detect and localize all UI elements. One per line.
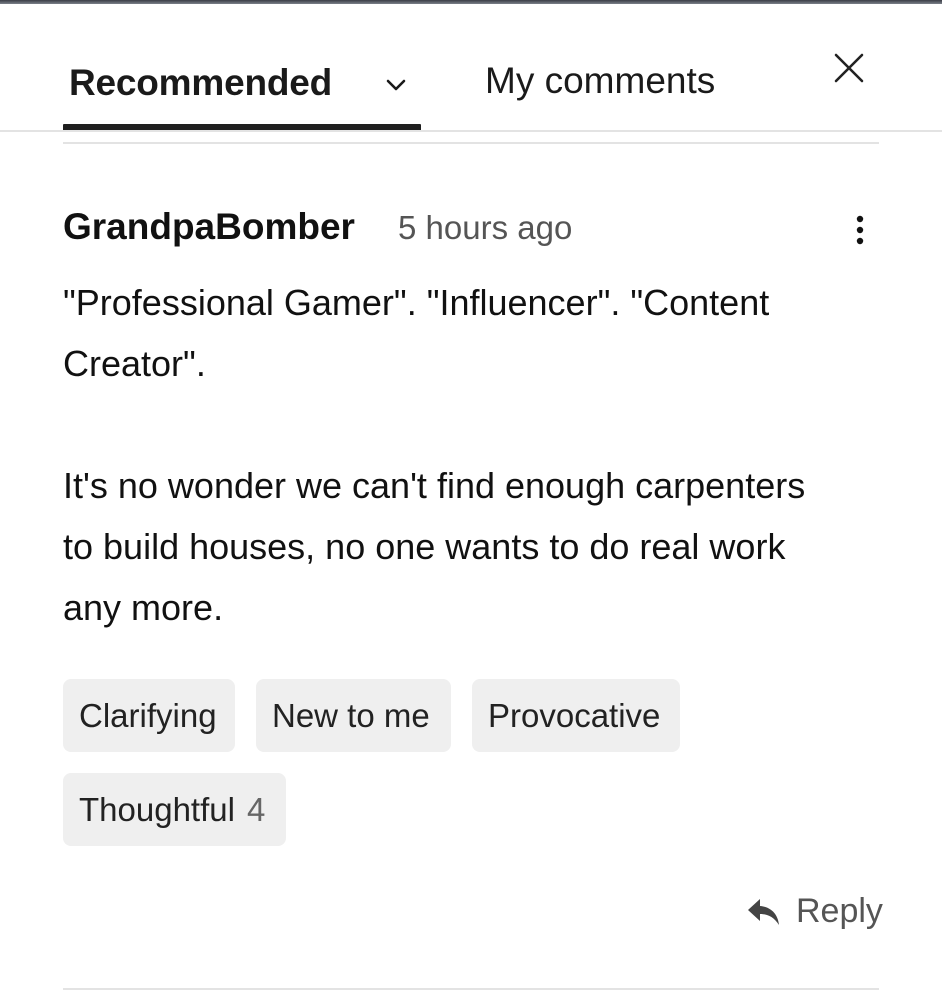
comment-paragraph: "Professional Gamer". "Influencer". "Con… <box>63 282 770 384</box>
reaction-thoughtful[interactable]: Thoughtful 4 <box>63 773 286 846</box>
tab-recommended-label: Recommended <box>69 62 333 103</box>
window-top-border <box>0 0 942 4</box>
comment-author[interactable]: GrandpaBomber <box>63 206 355 248</box>
comment-body: "Professional Gamer". "Influencer". "Con… <box>63 272 893 638</box>
comment-timestamp: 5 hours ago <box>398 209 573 246</box>
reaction-label: Clarifying <box>79 697 217 734</box>
tab-recommended[interactable]: Recommended <box>63 52 421 120</box>
comment-paragraph: It's no wonder we can't find enough carp… <box>63 465 806 628</box>
reaction-label: New to me <box>272 697 430 734</box>
reply-button[interactable]: Reply <box>746 892 886 938</box>
comment-bottom-divider <box>63 988 879 990</box>
tabs-divider <box>0 130 942 132</box>
reply-label: Reply <box>796 892 883 930</box>
more-vertical-icon[interactable] <box>846 212 874 248</box>
reaction-count: 4 <box>246 791 266 828</box>
tab-my-comments[interactable]: My comments <box>485 60 715 102</box>
reaction-label: Provocative <box>488 697 661 734</box>
comment-divider <box>63 142 879 144</box>
reaction-new-to-me[interactable]: New to me <box>256 679 451 752</box>
reaction-provocative[interactable]: Provocative <box>472 679 680 752</box>
chevron-down-icon[interactable] <box>385 77 407 93</box>
reply-arrow-icon <box>748 899 779 925</box>
close-icon[interactable] <box>829 48 869 88</box>
reaction-label: Thoughtful <box>79 791 235 828</box>
reaction-clarifying[interactable]: Clarifying <box>63 679 235 752</box>
